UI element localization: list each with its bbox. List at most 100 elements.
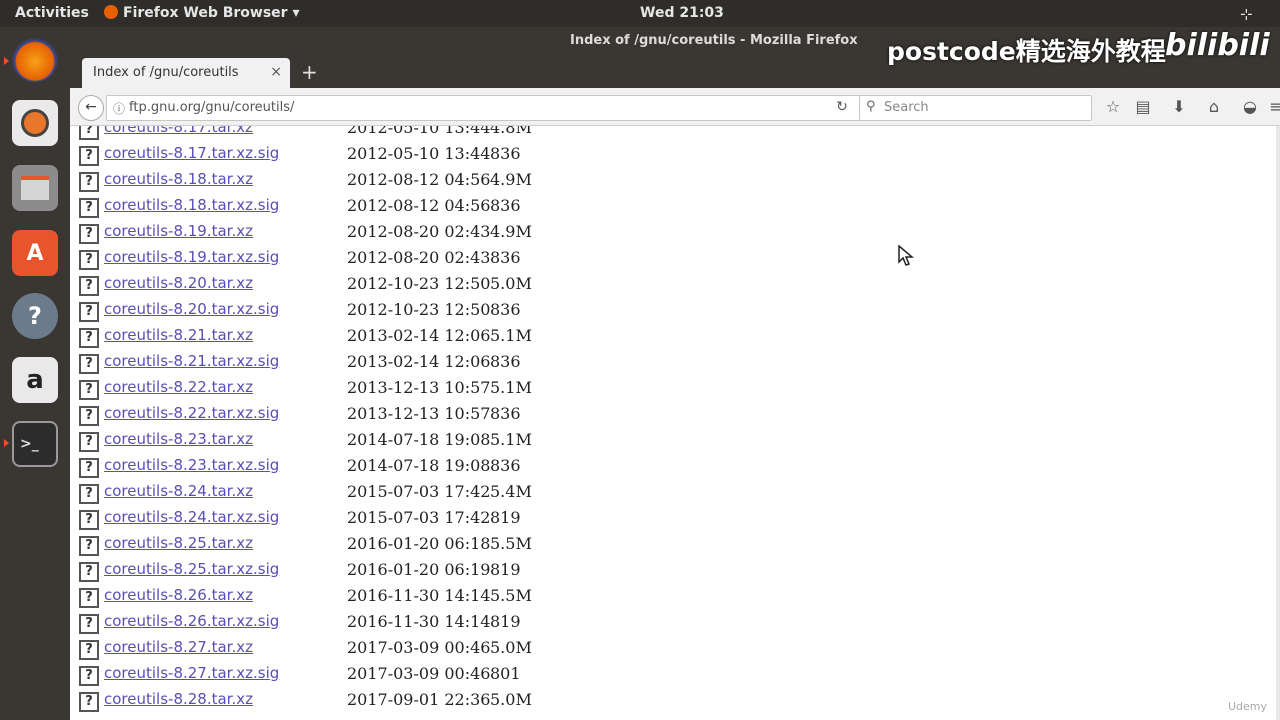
table-row: ? coreutils-8.21.tar.xz 2013-02-14 12:06 5.…: [70, 324, 670, 350]
reading-list-icon[interactable]: ▤: [1133, 97, 1153, 117]
back-button[interactable]: ←: [78, 95, 104, 121]
file-link[interactable]: coreutils-8.22.tar.xz.sig: [104, 404, 279, 422]
file-link[interactable]: coreutils-8.20.tar.xz: [104, 274, 253, 292]
file-link[interactable]: coreutils-8.20.tar.xz.sig: [104, 300, 279, 318]
file-size: 836: [490, 196, 521, 215]
clock[interactable]: Wed 21:03: [640, 5, 724, 21]
table-row: ? coreutils-8.24.tar.xz.sig 2015-07-03 17:…: [70, 506, 670, 532]
file-link[interactable]: coreutils-8.18.tar.xz: [104, 170, 253, 188]
pocket-icon[interactable]: ◒: [1240, 97, 1260, 117]
software-center-launcher-icon[interactable]: A: [12, 230, 58, 276]
unknown-file-icon[interactable]: ?: [79, 126, 99, 140]
search-input[interactable]: ⚲ Search: [859, 95, 1092, 121]
file-link[interactable]: coreutils-8.27.tar.xz: [104, 638, 253, 656]
file-size: 801: [490, 664, 521, 683]
unknown-file-icon[interactable]: ?: [79, 484, 99, 504]
unknown-file-icon[interactable]: ?: [79, 172, 99, 192]
network-icon[interactable]: ⊹: [1240, 5, 1253, 23]
file-link[interactable]: coreutils-8.25.tar.xz.sig: [104, 560, 279, 578]
file-link[interactable]: coreutils-8.25.tar.xz: [104, 534, 253, 552]
file-size: 5.0M: [490, 690, 532, 709]
close-tab-icon[interactable]: ×: [270, 64, 282, 80]
file-link[interactable]: coreutils-8.23.tar.xz: [104, 430, 253, 448]
file-date: 2016-01-20 06:18: [347, 534, 491, 553]
active-indicator-terminal: [4, 439, 9, 447]
unknown-file-icon[interactable]: ?: [79, 302, 99, 322]
menu-icon[interactable]: ≡: [1266, 97, 1280, 117]
file-link[interactable]: coreutils-8.26.tar.xz.sig: [104, 612, 279, 630]
window-title: Index of /gnu/coreutils - Mozilla Firefo…: [570, 33, 858, 48]
table-row: ? coreutils-8.22.tar.xz 2013-12-13 10:57 5.…: [70, 376, 670, 402]
unknown-file-icon[interactable]: ?: [79, 640, 99, 660]
file-date: 2014-07-18 19:08: [347, 430, 491, 449]
unknown-file-icon[interactable]: ?: [79, 432, 99, 452]
unknown-file-icon[interactable]: ?: [79, 250, 99, 270]
file-date: 2015-07-03 17:42: [347, 508, 491, 527]
file-size: 5.0M: [490, 274, 532, 293]
new-tab-button[interactable]: +: [301, 60, 318, 84]
unknown-file-icon[interactable]: ?: [79, 666, 99, 686]
download-icon[interactable]: ⬇: [1169, 97, 1189, 117]
unknown-file-icon[interactable]: ?: [79, 146, 99, 166]
table-row: ? coreutils-8.20.tar.xz 2012-10-23 12:50 5.…: [70, 272, 670, 298]
table-row: ? coreutils-8.17.tar.xz 2012-05-10 13:44 4.…: [70, 126, 670, 142]
unknown-file-icon[interactable]: ?: [79, 354, 99, 374]
file-link[interactable]: coreutils-8.18.tar.xz.sig: [104, 196, 279, 214]
unknown-file-icon[interactable]: ?: [79, 562, 99, 582]
file-link[interactable]: coreutils-8.21.tar.xz.sig: [104, 352, 279, 370]
file-link[interactable]: coreutils-8.27.tar.xz.sig: [104, 664, 279, 682]
launcher-dock: A ? a >_: [0, 27, 70, 720]
file-link[interactable]: coreutils-8.17.tar.xz.sig: [104, 144, 279, 162]
active-indicator: [4, 57, 9, 65]
table-row: ? coreutils-8.17.tar.xz.sig 2012-05-10 13:…: [70, 142, 670, 168]
file-link[interactable]: coreutils-8.17.tar.xz: [104, 126, 253, 136]
rhythmbox-launcher-icon[interactable]: [12, 100, 58, 146]
amazon-launcher-icon[interactable]: a: [12, 357, 58, 403]
firefox-launcher-icon[interactable]: [12, 36, 58, 82]
unknown-file-icon[interactable]: ?: [79, 328, 99, 348]
scrollbar[interactable]: [1276, 126, 1280, 720]
file-date: 2017-03-09 00:46: [347, 664, 491, 683]
file-link[interactable]: coreutils-8.24.tar.xz: [104, 482, 253, 500]
unknown-file-icon[interactable]: ?: [79, 198, 99, 218]
file-link[interactable]: coreutils-8.22.tar.xz: [104, 378, 253, 396]
app-menu-label: Firefox Web Browser ▾: [123, 5, 300, 21]
unknown-file-icon[interactable]: ?: [79, 614, 99, 634]
file-link[interactable]: coreutils-8.21.tar.xz: [104, 326, 253, 344]
unknown-file-icon[interactable]: ?: [79, 224, 99, 244]
activities-button[interactable]: Activities: [15, 5, 89, 21]
unknown-file-icon[interactable]: ?: [79, 536, 99, 556]
unknown-file-icon[interactable]: ?: [79, 458, 99, 478]
site-info-icon[interactable]: ⓘ: [113, 100, 125, 117]
app-menu[interactable]: Firefox Web Browser ▾: [104, 5, 299, 21]
file-date: 2016-11-30 14:14: [347, 586, 491, 605]
search-icon: ⚲: [866, 99, 876, 114]
help-launcher-icon[interactable]: ?: [12, 293, 58, 339]
home-icon[interactable]: ⌂: [1204, 97, 1224, 117]
terminal-launcher-icon[interactable]: >_: [12, 421, 58, 467]
bilibili-logo: bilibili: [1165, 28, 1270, 63]
unknown-file-icon[interactable]: ?: [79, 380, 99, 400]
file-date: 2012-08-20 02:43: [347, 248, 491, 267]
table-row: ? coreutils-8.21.tar.xz.sig 2013-02-14 12:…: [70, 350, 670, 376]
tab-coreutils[interactable]: Index of /gnu/coreutils ×: [82, 58, 290, 88]
table-row: ? coreutils-8.23.tar.xz.sig 2014-07-18 19:…: [70, 454, 670, 480]
file-link[interactable]: coreutils-8.23.tar.xz.sig: [104, 456, 279, 474]
file-link[interactable]: coreutils-8.19.tar.xz.sig: [104, 248, 279, 266]
bookmark-star-icon[interactable]: ☆: [1103, 97, 1123, 117]
files-launcher-icon[interactable]: [12, 165, 58, 211]
unknown-file-icon[interactable]: ?: [79, 692, 99, 712]
file-size: 836: [490, 456, 521, 475]
file-date: 2013-12-13 10:57: [347, 404, 491, 423]
unknown-file-icon[interactable]: ?: [79, 510, 99, 530]
file-link[interactable]: coreutils-8.28.tar.xz: [104, 690, 253, 708]
file-link[interactable]: coreutils-8.19.tar.xz: [104, 222, 253, 240]
unknown-file-icon[interactable]: ?: [79, 406, 99, 426]
unknown-file-icon[interactable]: ?: [79, 588, 99, 608]
file-date: 2014-07-18 19:08: [347, 456, 491, 475]
unknown-file-icon[interactable]: ?: [79, 276, 99, 296]
url-bar[interactable]: ⓘ ftp.gnu.org/gnu/coreutils/: [106, 95, 893, 121]
file-link[interactable]: coreutils-8.26.tar.xz: [104, 586, 253, 604]
reload-icon[interactable]: ↻: [827, 95, 857, 119]
file-link[interactable]: coreutils-8.24.tar.xz.sig: [104, 508, 279, 526]
